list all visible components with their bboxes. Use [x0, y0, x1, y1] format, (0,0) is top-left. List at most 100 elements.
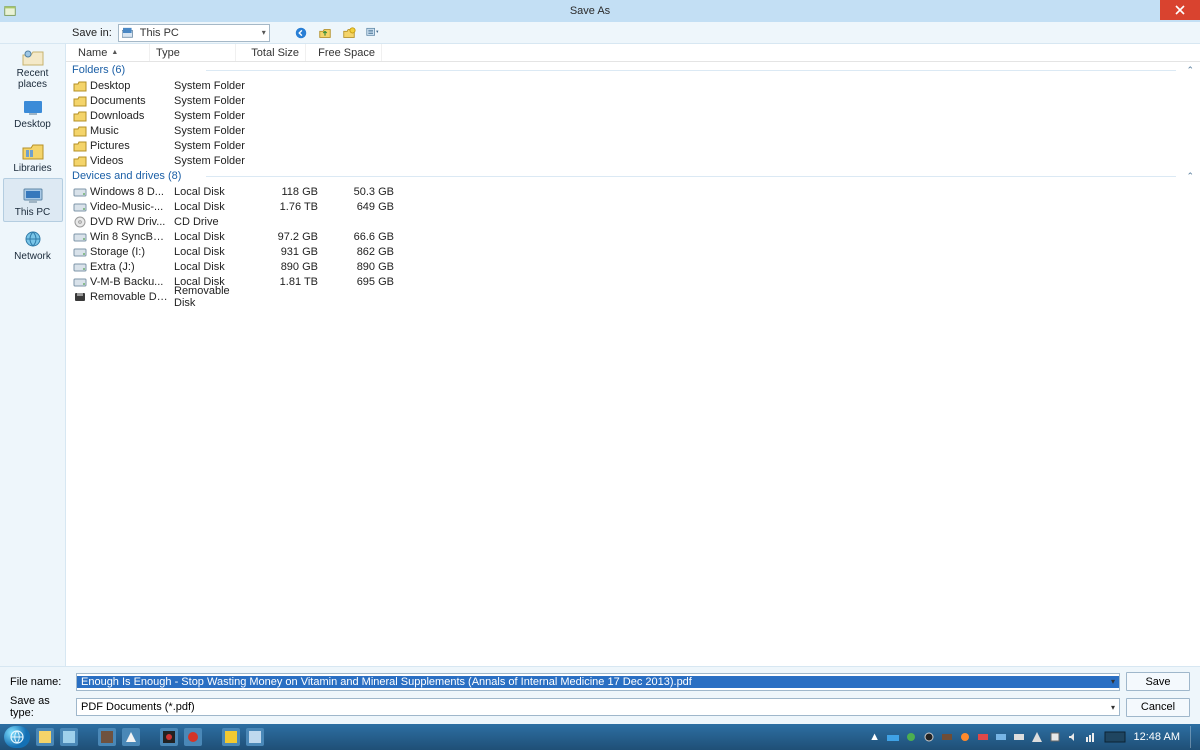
column-headers: Name ▲ Type Total Size Free Space	[66, 44, 1200, 62]
savein-value: This PC	[140, 27, 179, 39]
taskbar-app-4[interactable]	[122, 728, 140, 746]
tray-volume-icon[interactable]	[1066, 730, 1080, 744]
place-label: Recent places	[4, 68, 62, 90]
taskbar-app-7[interactable]	[222, 728, 240, 746]
drive-icon	[72, 245, 88, 259]
column-name[interactable]: Name ▲	[72, 44, 150, 61]
drive-icon	[72, 185, 88, 199]
tray-icon[interactable]	[1030, 730, 1044, 744]
list-item[interactable]: Removable Di...Removable Disk	[66, 289, 1200, 304]
place-icon	[19, 185, 47, 207]
list-item[interactable]: DVD RW Driv...CD Drive	[66, 214, 1200, 229]
list-item[interactable]: Windows 8 D...Local Disk118 GB50.3 GB	[66, 184, 1200, 199]
filetype-select[interactable]: PDF Documents (*.pdf) ▾	[76, 698, 1120, 716]
taskbar-app-2[interactable]	[60, 728, 78, 746]
taskbar-app-1[interactable]	[36, 728, 54, 746]
list-item[interactable]: DownloadsSystem Folder	[66, 108, 1200, 123]
list-item[interactable]: Extra (J:)Local Disk890 GB890 GB	[66, 259, 1200, 274]
list-item[interactable]: Win 8 SyncBa...Local Disk97.2 GB66.6 GB	[66, 229, 1200, 244]
taskbar-app-8[interactable]	[246, 728, 264, 746]
savein-label: Save in:	[72, 27, 112, 39]
file-list: Name ▲ Type Total Size Free Space Folder…	[66, 44, 1200, 666]
folder-icon	[72, 124, 88, 138]
drive-icon	[72, 275, 88, 289]
tray-app-icon[interactable]	[1102, 730, 1128, 744]
new-folder-button[interactable]	[340, 24, 358, 42]
cancel-button[interactable]: Cancel	[1126, 698, 1190, 717]
filename-input[interactable]: Enough Is Enough - Stop Wasting Money on…	[76, 673, 1120, 691]
place-label: This PC	[15, 207, 51, 218]
show-desktop[interactable]	[1190, 726, 1196, 748]
taskbar[interactable]: ▲ 12:48 AM	[0, 724, 1200, 750]
view-menu-button[interactable]	[364, 24, 382, 42]
column-size[interactable]: Total Size	[236, 44, 306, 61]
drive-icon	[72, 215, 88, 229]
place-icon	[19, 48, 47, 68]
list-item[interactable]: PicturesSystem Folder	[66, 138, 1200, 153]
taskbar-app-3[interactable]	[98, 728, 116, 746]
sidebar-item-desktop[interactable]: Desktop	[3, 90, 63, 134]
up-one-level-button[interactable]	[316, 24, 334, 42]
list-item[interactable]: MusicSystem Folder	[66, 123, 1200, 138]
place-icon	[19, 229, 47, 251]
column-type[interactable]: Type	[150, 44, 236, 61]
drive-icon	[72, 290, 88, 304]
place-label: Desktop	[14, 119, 51, 130]
list-viewport[interactable]: Folders (6)⌃DesktopSystem FolderDocument…	[66, 62, 1200, 666]
tray-icon[interactable]	[904, 730, 918, 744]
places-bar: Recent places Desktop Libraries This PC Netw…	[0, 44, 66, 666]
savein-combo[interactable]: This PC ▾	[118, 24, 270, 42]
list-item[interactable]: DesktopSystem Folder	[66, 78, 1200, 93]
start-button[interactable]	[4, 726, 30, 748]
chevron-down-icon: ▾	[1111, 703, 1115, 712]
save-button[interactable]: Save	[1126, 672, 1190, 691]
back-button[interactable]	[292, 24, 310, 42]
group-header[interactable]: Folders (6)⌃	[66, 62, 1200, 78]
tray-icon[interactable]	[1012, 730, 1026, 744]
filetype-label: Save as type:	[10, 695, 70, 719]
taskbar-clock[interactable]: 12:48 AM	[1134, 731, 1180, 743]
window-title: Save As	[20, 5, 1160, 17]
sidebar-item-thispc[interactable]: This PC	[3, 178, 63, 222]
filename-label: File name:	[10, 676, 70, 688]
sidebar-item-recent[interactable]: Recent places	[3, 46, 63, 90]
tray-icon[interactable]	[958, 730, 972, 744]
bottom-panel: File name: Enough Is Enough - Stop Wasti…	[0, 666, 1200, 724]
place-label: Libraries	[13, 163, 51, 174]
filetype-value: PDF Documents (*.pdf)	[77, 701, 1119, 713]
column-free[interactable]: Free Space	[306, 44, 382, 61]
folder-icon	[72, 94, 88, 108]
sidebar-item-libraries[interactable]: Libraries	[3, 134, 63, 178]
taskbar-app-6[interactable]	[184, 728, 202, 746]
sidebar-item-network[interactable]: Network	[3, 222, 63, 266]
tray-icon[interactable]	[994, 730, 1008, 744]
folder-icon	[72, 79, 88, 93]
place-icon	[19, 141, 47, 163]
title-bar: Save As	[0, 0, 1200, 22]
chevron-down-icon: ▾	[262, 28, 266, 37]
close-button[interactable]	[1160, 0, 1200, 20]
tray-flag-icon[interactable]	[1048, 730, 1062, 744]
drive-icon	[72, 230, 88, 244]
tray-network-icon[interactable]	[1084, 730, 1098, 744]
tray-icon[interactable]	[976, 730, 990, 744]
list-item[interactable]: Video-Music-...Local Disk1.76 TB649 GB	[66, 199, 1200, 214]
chevron-down-icon: ▾	[1111, 677, 1115, 686]
list-item[interactable]: Storage (I:)Local Disk931 GB862 GB	[66, 244, 1200, 259]
taskbar-app-5[interactable]	[160, 728, 178, 746]
place-icon	[19, 97, 47, 119]
toolbar: Save in: This PC ▾	[0, 22, 1200, 44]
tray-icon[interactable]	[886, 730, 900, 744]
folder-icon	[72, 109, 88, 123]
filename-value: Enough Is Enough - Stop Wasting Money on…	[77, 676, 1119, 688]
list-item[interactable]: DocumentsSystem Folder	[66, 93, 1200, 108]
tray-icon[interactable]	[940, 730, 954, 744]
taskbar-items	[36, 728, 264, 746]
list-item[interactable]: VideosSystem Folder	[66, 153, 1200, 168]
group-header[interactable]: Devices and drives (8)⌃	[66, 168, 1200, 184]
tray-icon[interactable]: ▲	[868, 730, 882, 744]
tray-icon[interactable]	[922, 730, 936, 744]
window-icon	[0, 4, 20, 18]
system-tray: ▲ 12:48 AM	[868, 726, 1196, 748]
collapse-icon: ⌃	[1186, 171, 1194, 182]
